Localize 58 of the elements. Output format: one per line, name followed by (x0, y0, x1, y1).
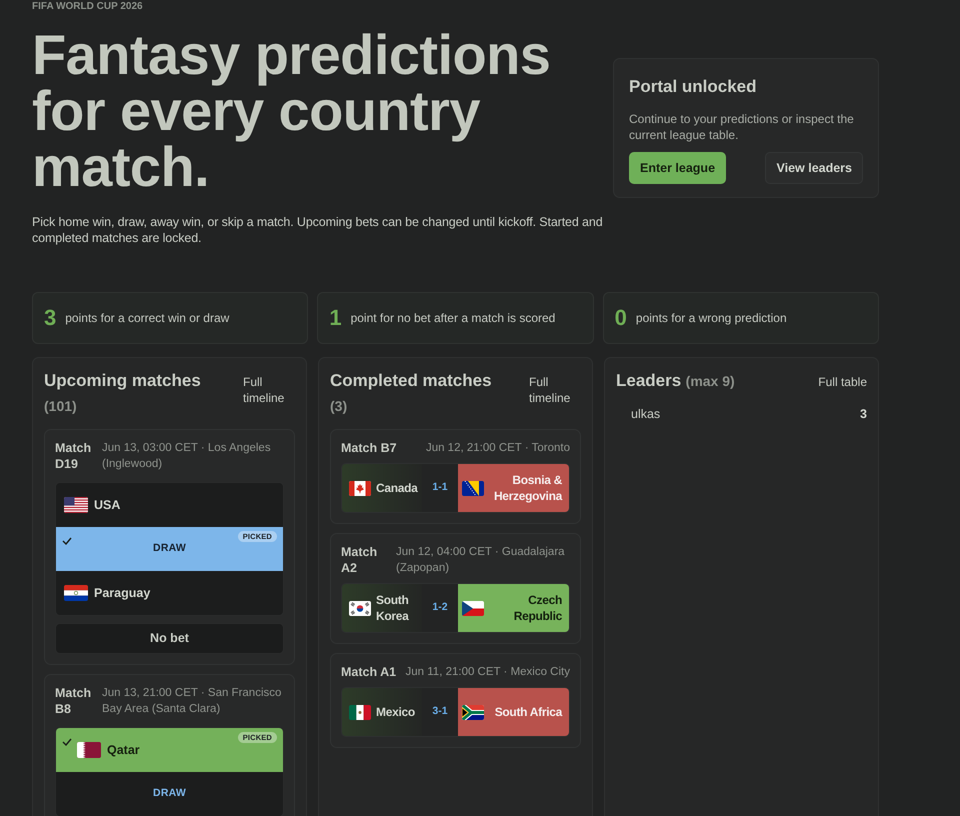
match-label: Match A2 (341, 544, 378, 576)
section-title: Completed matches (330, 371, 492, 390)
team-name: Canada (376, 480, 418, 496)
table-link[interactable]: Full table (818, 374, 867, 390)
secondary-button[interactable]: View leaders (765, 152, 863, 184)
page-description: Pick home win, draw, away win, or skip a match. Upcoming bets can be changed until kickoff. Started and completed matches are locked. (32, 214, 604, 246)
check-icon (62, 537, 72, 545)
bosnia-flag-icon (462, 480, 484, 496)
page-title: Fantasy predictions for every country match. (32, 27, 552, 195)
south-africa-flag-icon (462, 704, 484, 720)
match-info: Jun 12, 04:00 CET · Guadalajara (Zapopan) (396, 545, 566, 576)
card-title: Portal unlocked (629, 76, 758, 98)
points-value: 3 (44, 305, 56, 331)
points-description: points for a correct win or draw (65, 310, 230, 326)
section-title: Leaders (616, 371, 682, 390)
team-name: Mexico (376, 704, 415, 720)
czech-flag-icon (462, 600, 484, 616)
points-value: 0 (614, 305, 627, 331)
team-name: Czech Republic (512, 592, 562, 624)
match-info: Jun 13, 03:00 CET · Los Angeles (Inglewood) (102, 441, 272, 472)
match-info: Jun 11, 21:00 CET · Mexico City (406, 665, 570, 680)
match-label: Match B8 (55, 685, 92, 717)
card-description: Continue to your predictions or inspect the current league table. (629, 111, 855, 143)
match-count: (3) (330, 398, 348, 414)
match-label: Match D19 (55, 440, 92, 472)
paraguay-flag-icon (64, 585, 88, 601)
leader-name: ulkas (631, 406, 660, 422)
leaders-limit: (max 9) (686, 373, 735, 389)
draw-option[interactable]: DRAW (56, 772, 283, 816)
team-option[interactable]: Paraguay (56, 571, 283, 615)
qatar-flag-icon (77, 742, 101, 758)
mexico-flag-icon (349, 704, 371, 720)
timeline-link[interactable]: Full timeline (243, 374, 295, 406)
check-icon (62, 738, 72, 746)
timeline-link[interactable]: Full timeline (529, 374, 581, 406)
match-count: (101) (44, 398, 77, 414)
team-name: South Africa (494, 704, 562, 720)
team-name: South Korea (376, 592, 410, 624)
match-label: Match A1 (341, 664, 396, 680)
usa-flag-icon (64, 497, 88, 513)
team-option[interactable]: USA (56, 483, 283, 527)
points-value: 1 (329, 305, 342, 331)
south-korea-flag-icon (349, 600, 371, 616)
no-bet-button[interactable]: No bet (55, 623, 284, 654)
match-label: Match B7 (341, 440, 397, 456)
points-description: point for no bet after a match is scored (350, 310, 556, 326)
eyebrow-label: FIFA WORLD CUP 2026 (32, 1, 144, 13)
points-description: points for a wrong prediction (636, 310, 787, 326)
section-title: Upcoming matches (44, 371, 201, 390)
team-name: Bosnia & Herzegovina (492, 472, 562, 504)
score-text: 1-1 (431, 480, 449, 496)
canada-flag-icon (349, 480, 371, 496)
match-info: Jun 12, 21:00 CET · Toronto (426, 441, 570, 456)
primary-button[interactable]: Enter league (629, 152, 726, 184)
score-text: 1-2 (431, 600, 449, 616)
match-info: Jun 13, 21:00 CET · San Francisco Bay Area (Santa Clara) (102, 686, 282, 717)
leader-points: 3 (860, 406, 867, 422)
score-text: 3-1 (431, 704, 449, 720)
